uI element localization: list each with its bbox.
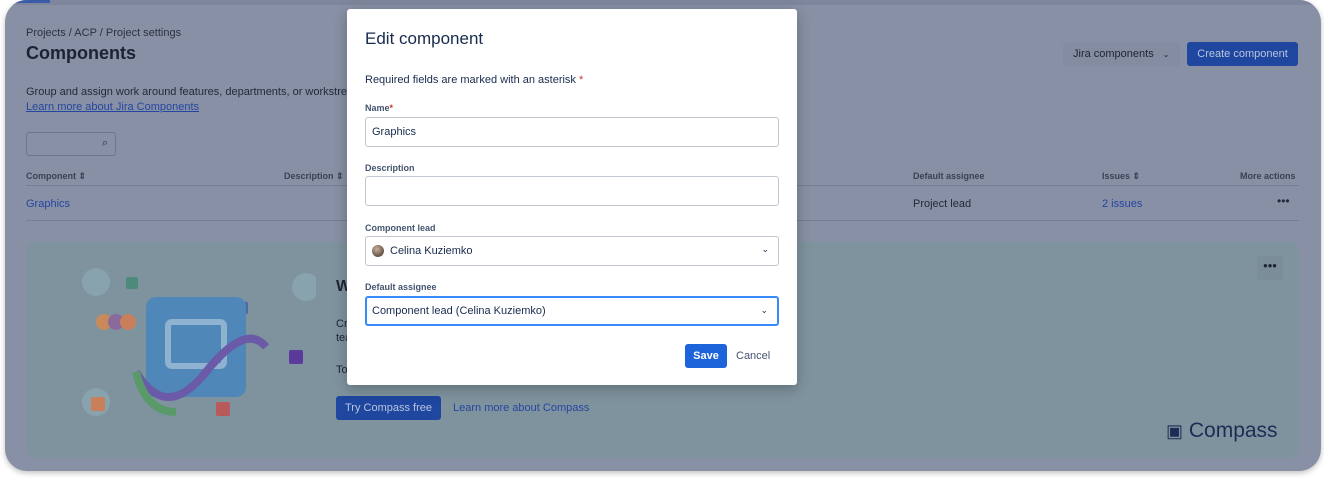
description-input[interactable] (365, 176, 779, 206)
component-lead-label: Component lead (365, 223, 436, 233)
banner-text: Cr (336, 318, 348, 330)
issues-link[interactable]: 2 issues (1102, 198, 1142, 210)
chevron-down-icon: ⌄ (760, 305, 768, 315)
required-note-text: Required fields are marked with an aster… (365, 74, 576, 86)
chevron-down-icon: ⌄ (761, 244, 769, 254)
top-bar (5, 0, 1321, 5)
banner-text: To (336, 364, 348, 376)
column-header-description[interactable]: Description ⇕ (284, 171, 344, 182)
compass-logo: ▣ Compass (1166, 419, 1278, 443)
more-actions-button[interactable]: ••• (1277, 194, 1290, 208)
name-label: Name* (365, 103, 393, 113)
column-header-more-actions: More actions (1240, 171, 1296, 181)
dropdown-label: Jira components (1073, 48, 1154, 60)
description-label: Description (365, 163, 415, 173)
assignee-value: Component lead (Celina Kuziemko) (372, 305, 546, 317)
page-description: Group and assign work around features, d… (26, 86, 354, 98)
learn-more-link[interactable]: Learn more about Jira Components (26, 101, 199, 113)
column-header-component[interactable]: Component ⇕ (26, 171, 86, 182)
cancel-button[interactable]: Cancel (736, 350, 770, 362)
lead-value: Celina Kuziemko (390, 245, 473, 257)
avatar (372, 245, 384, 258)
jira-components-dropdown[interactable]: Jira components ⌄ (1063, 42, 1180, 66)
chevron-down-icon: ⌄ (1162, 50, 1170, 59)
component-link[interactable]: Graphics (26, 198, 70, 210)
compass-illustration-icon (82, 268, 316, 416)
banner-more-button[interactable]: ••• (1257, 256, 1283, 280)
name-label-text: Name (365, 103, 390, 113)
component-lead-select[interactable]: Celina Kuziemko ⌄ (365, 236, 779, 266)
breadcrumb[interactable]: Projects / ACP / Project settings (26, 27, 181, 39)
edit-component-dialog: Edit component Required fields are marke… (347, 9, 797, 385)
compass-logo-icon: ▣ (1166, 421, 1184, 441)
required-note: Required fields are marked with an aster… (365, 74, 583, 86)
page-title: Components (26, 43, 136, 63)
column-header-default-assignee: Default assignee (913, 171, 985, 181)
dialog-title: Edit component (365, 29, 484, 48)
search-input[interactable]: ⌕ (26, 132, 116, 156)
create-component-button[interactable]: Create component (1187, 42, 1298, 66)
column-header-issues[interactable]: Issues ⇕ (1102, 171, 1140, 182)
name-input[interactable]: Graphics (365, 117, 779, 147)
progress-indicator (15, 0, 50, 3)
required-asterisk: * (579, 74, 584, 86)
learn-more-compass-link[interactable]: Learn more about Compass (453, 402, 589, 414)
save-button[interactable]: Save (685, 344, 727, 368)
required-asterisk: * (389, 103, 394, 113)
default-assignee-label: Default assignee (365, 282, 437, 292)
try-compass-button[interactable]: Try Compass free (336, 396, 441, 420)
default-assignee-select[interactable]: Component lead (Celina Kuziemko) ⌄ (365, 296, 779, 326)
search-icon: ⌕ (101, 137, 108, 149)
default-assignee-cell: Project lead (913, 198, 972, 210)
compass-brand: Compass (1188, 419, 1278, 442)
